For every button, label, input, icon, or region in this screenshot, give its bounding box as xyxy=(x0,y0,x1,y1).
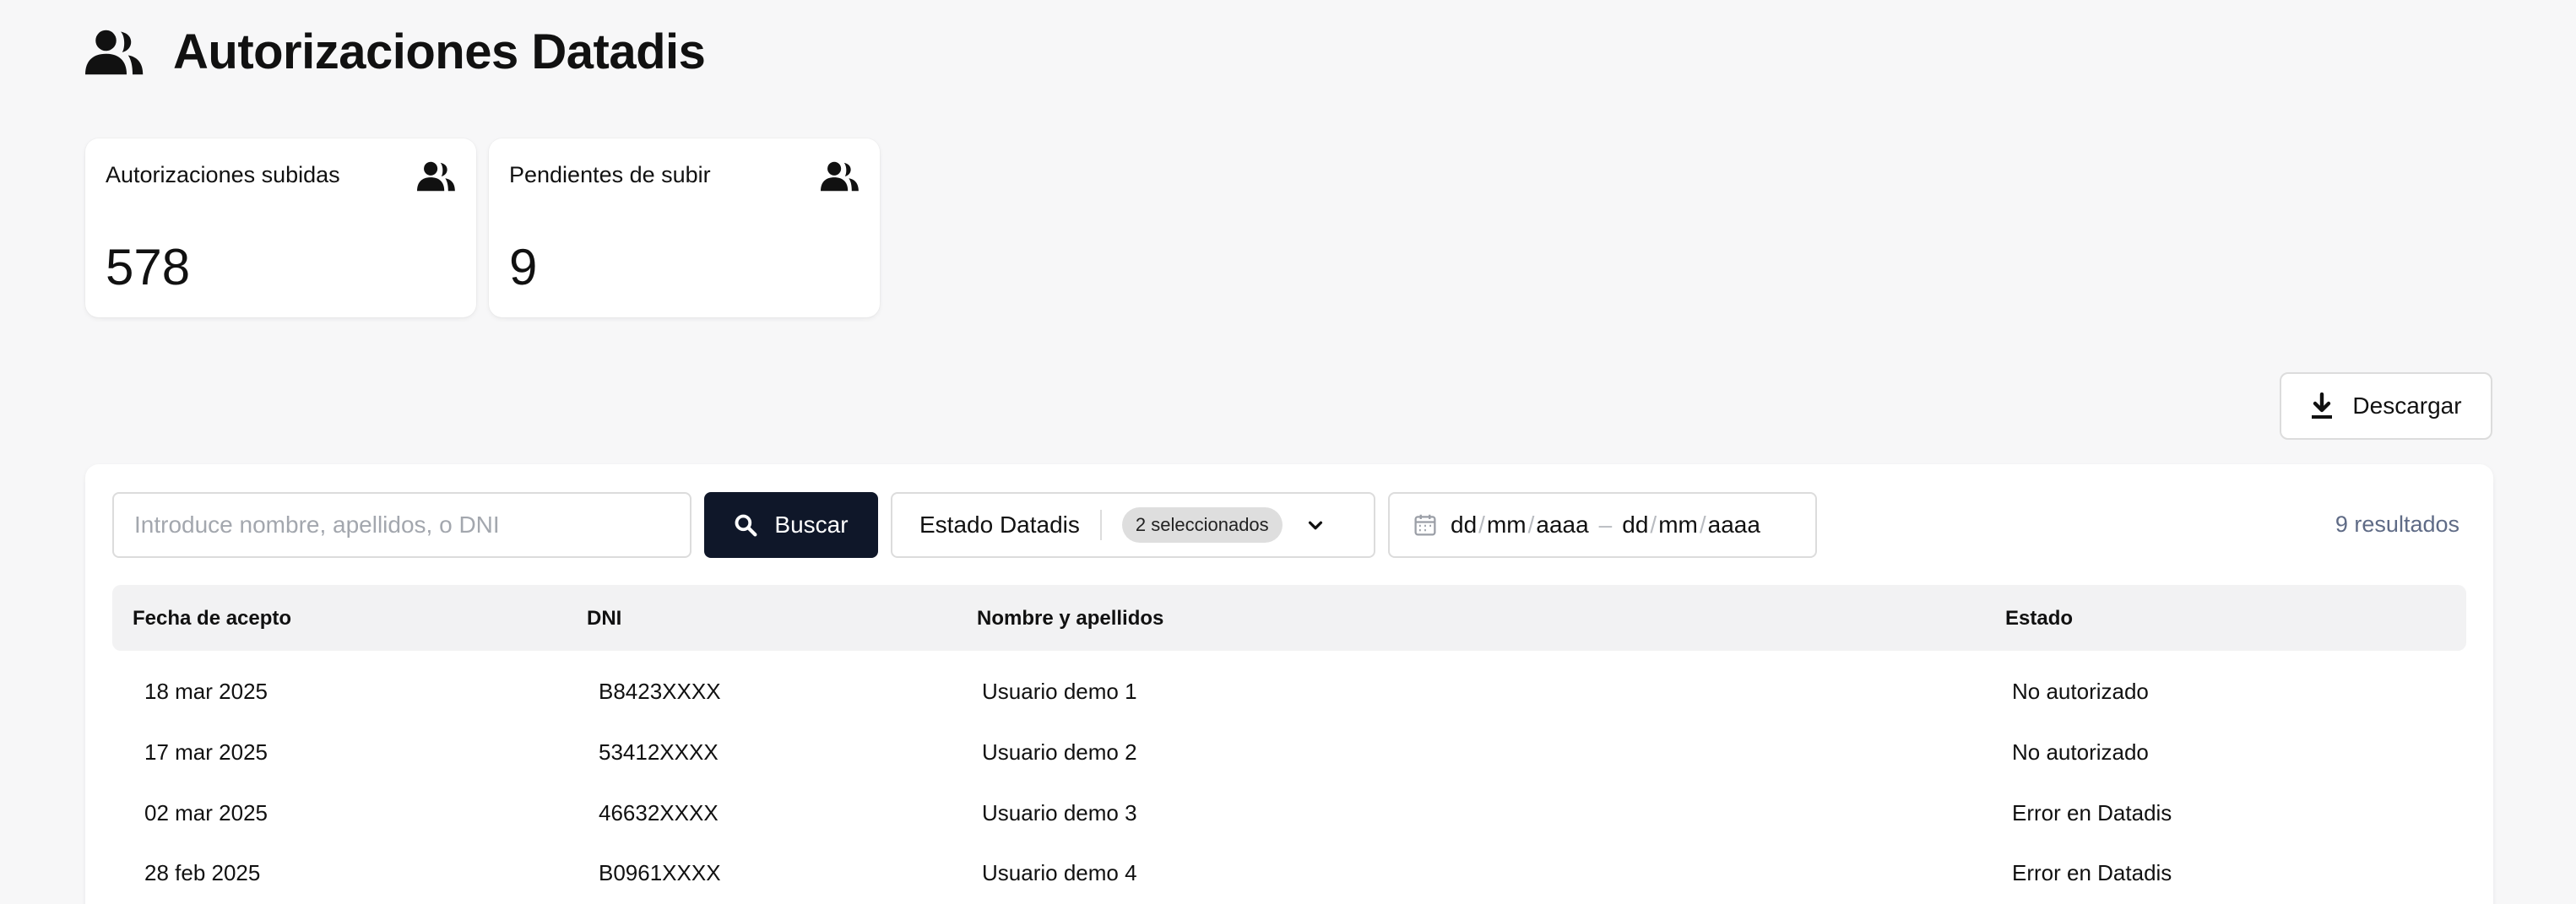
calendar-icon xyxy=(1414,514,1436,536)
stat-card-uploaded: Autorizaciones subidas 578 xyxy=(85,138,476,317)
status-filter-divider xyxy=(1099,510,1102,540)
status-filter-label: Estado Datadis xyxy=(919,512,1080,538)
cell-status: No autorizado xyxy=(2012,739,2149,765)
cell-status: Error en Datadis xyxy=(2012,860,2172,885)
download-button[interactable]: Descargar xyxy=(2280,372,2492,440)
page-header: Autorizaciones Datadis xyxy=(85,24,706,80)
table-row[interactable]: 28 feb 2025 B0961XXXX Usuario demo 4 Err… xyxy=(112,842,2466,902)
search-input[interactable] xyxy=(112,492,691,558)
status-selected-badge: 2 seleccionados xyxy=(1121,507,1283,543)
page: Autorizaciones Datadis Autorizaciones su… xyxy=(0,0,2576,904)
users-icon xyxy=(417,161,455,192)
search-button-label: Buscar xyxy=(774,512,849,538)
table-header: Fecha de acepto DNI Nombre y apellidos E… xyxy=(112,585,2466,651)
date-separator: / xyxy=(1699,512,1706,538)
date-to-month[interactable]: mm xyxy=(1658,512,1698,539)
cell-status: Error en Datadis xyxy=(2012,800,2172,826)
download-icon xyxy=(2312,392,2333,419)
cell-dni: B0961XXXX xyxy=(599,860,721,885)
status-filter-select[interactable]: Estado Datadis 2 seleccionados xyxy=(891,492,1375,558)
date-from-year[interactable]: aaaa xyxy=(1536,512,1588,539)
table-row[interactable]: 17 mar 2025 53412XXXX Usuario demo 2 No … xyxy=(112,721,2466,782)
authorizations-panel: Buscar Estado Datadis 2 seleccionados dd… xyxy=(85,464,2493,904)
date-separator: / xyxy=(1478,512,1485,538)
cell-dni: B8423XXXX xyxy=(599,679,721,704)
stat-card-pending: Pendientes de subir 9 xyxy=(489,138,880,317)
download-button-label: Descargar xyxy=(2352,392,2462,419)
cell-name: Usuario demo 3 xyxy=(982,800,1137,826)
users-icon xyxy=(85,30,144,74)
stat-card-value: 578 xyxy=(106,239,191,295)
users-icon xyxy=(821,161,859,192)
cell-status: No autorizado xyxy=(2012,679,2149,704)
date-range-dash: – xyxy=(1598,512,1613,538)
cell-name: Usuario demo 4 xyxy=(982,860,1137,885)
cell-date: 18 mar 2025 xyxy=(144,679,268,704)
cell-name: Usuario demo 2 xyxy=(982,739,1137,765)
cell-dni: 46632XXXX xyxy=(599,800,719,826)
cell-date: 02 mar 2025 xyxy=(144,800,268,826)
cell-date: 28 feb 2025 xyxy=(144,860,261,885)
table-row[interactable]: 18 mar 2025 B8423XXXX Usuario demo 1 No … xyxy=(112,660,2466,721)
search-button[interactable]: Buscar xyxy=(704,492,878,558)
date-to-year[interactable]: aaaa xyxy=(1708,512,1760,539)
date-separator: / xyxy=(1527,512,1535,538)
stat-card-label: Pendientes de subir xyxy=(509,162,711,187)
column-header-dni[interactable]: DNI xyxy=(587,607,621,631)
search-icon xyxy=(735,514,757,537)
stat-card-label: Autorizaciones subidas xyxy=(106,162,340,187)
date-separator: / xyxy=(1650,512,1657,538)
page-title: Autorizaciones Datadis xyxy=(173,24,706,79)
results-count: 9 resultados xyxy=(2335,512,2459,537)
cell-dni: 53412XXXX xyxy=(599,739,719,765)
date-from-day[interactable]: dd xyxy=(1451,512,1477,539)
date-to-day[interactable]: dd xyxy=(1622,512,1648,539)
cell-date: 17 mar 2025 xyxy=(144,739,268,765)
table-row[interactable]: 02 mar 2025 46632XXXX Usuario demo 3 Err… xyxy=(112,782,2466,842)
column-header-name[interactable]: Nombre y apellidos xyxy=(977,607,1163,631)
column-header-status[interactable]: Estado xyxy=(2005,607,2073,631)
date-range-picker[interactable]: dd / mm / aaaa – dd / mm / aaaa xyxy=(1388,492,1817,558)
stat-card-value: 9 xyxy=(509,239,538,295)
cell-name: Usuario demo 1 xyxy=(982,679,1137,704)
chevron-down-icon xyxy=(1308,521,1322,530)
column-header-date[interactable]: Fecha de acepto xyxy=(133,607,291,631)
date-from-month[interactable]: mm xyxy=(1487,512,1527,539)
